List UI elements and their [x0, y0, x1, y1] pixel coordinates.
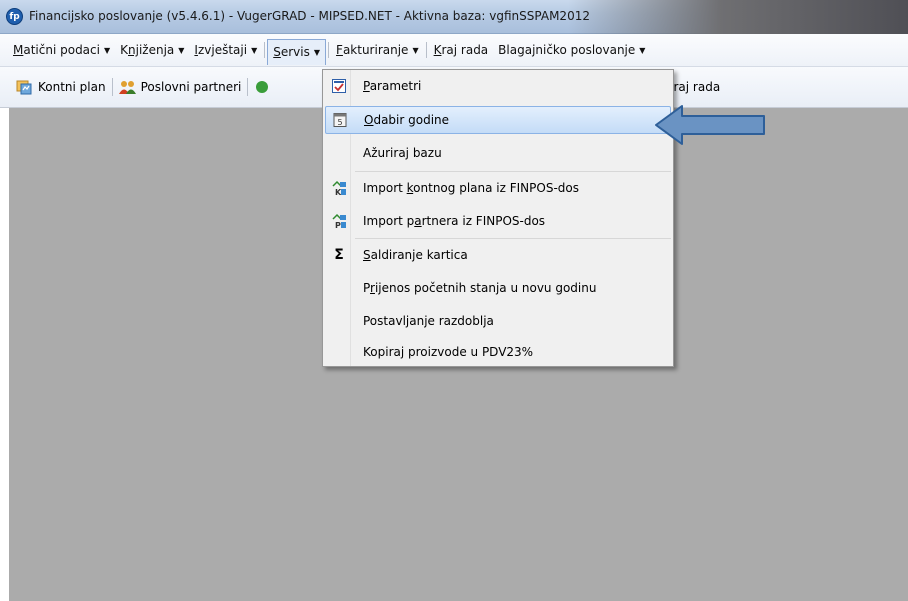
- year-calendar-icon: 5: [332, 112, 348, 128]
- svg-text:5: 5: [337, 118, 342, 127]
- menu-item-azuriraj-bazu[interactable]: Ažuriraj bazu: [325, 139, 671, 167]
- app-window: fp Financijsko poslovanje (v5.4.6.1) - V…: [0, 0, 908, 601]
- menu-maticni-podaci[interactable]: Matični podaci ▼: [8, 39, 115, 62]
- menu-label-accel: F: [336, 43, 343, 57]
- svg-text:P: P: [335, 221, 341, 229]
- menu-label-post: ervis: [280, 45, 310, 59]
- toolbar-label: Kontni plan: [38, 80, 106, 94]
- toolbar-kontni-plan-button[interactable]: Kontni plan: [10, 75, 112, 99]
- menu-separator: [328, 42, 330, 58]
- menu-item-label: Prijenos početnih stanja u novu godinu: [363, 281, 597, 295]
- title-bar-dark-gradient: [568, 0, 908, 34]
- chevron-down-icon: ▼: [313, 47, 321, 57]
- menu-bar: Matični podaci ▼ Knj iženja ▼ Izvještaji …: [0, 34, 908, 67]
- menu-separator: [355, 171, 671, 172]
- toolbar-hidden-button[interactable]: [248, 75, 282, 99]
- toolbar-poslovni-partneri-button[interactable]: Poslovni partneri: [113, 75, 248, 99]
- menu-servis[interactable]: Servis ▼: [267, 38, 327, 65]
- menu-knjizenja[interactable]: Knj iženja ▼: [115, 39, 189, 62]
- import-k-icon: K: [331, 180, 347, 197]
- menu-label-accel: M: [13, 43, 24, 57]
- menu-separator: [425, 42, 427, 58]
- menu-blagajnicko-poslovanje[interactable]: Blagajničko poslovanje ▼: [493, 39, 650, 62]
- menu-label-post: iženja: [138, 43, 175, 57]
- menu-label-accel: nj: [128, 43, 139, 57]
- svg-text:K: K: [335, 188, 342, 196]
- menu-label-pre: Blagajničko poslovanje: [498, 43, 636, 57]
- menu-kraj-rada[interactable]: Kraj rada: [429, 39, 494, 62]
- menu-fakturiranje[interactable]: Fakturiranje ▼: [331, 39, 424, 62]
- menu-izvjestaji[interactable]: Izvještaji ▼: [189, 39, 262, 62]
- menu-item-label: Saldiranje kartica: [363, 248, 468, 262]
- menu-label-accel: S: [273, 45, 281, 59]
- title-bar[interactable]: fp Financijsko poslovanje (v5.4.6.1) - V…: [0, 0, 908, 34]
- chevron-down-icon: ▼: [178, 45, 185, 55]
- menu-item-kopiraj-proizvode[interactable]: Kopiraj proizvode u PDV23%: [325, 338, 671, 366]
- chart-of-accounts-icon: [16, 79, 32, 95]
- app-logo-icon[interactable]: fp: [6, 8, 23, 25]
- chevron-down-icon: ▼: [251, 45, 258, 55]
- window-title: Financijsko poslovanje (v5.4.6.1) - Vuge…: [29, 9, 590, 23]
- menu-separator: [355, 238, 671, 239]
- menu-item-postavljanje-razdoblja[interactable]: Postavljanje razdoblja: [325, 307, 671, 335]
- menu-item-odabir-godine[interactable]: 5 Odabir godine: [325, 106, 671, 134]
- menu-label-accel: K: [433, 43, 442, 57]
- chevron-down-icon: ▼: [639, 45, 646, 55]
- import-p-icon: P: [331, 213, 347, 230]
- business-partners-icon: [118, 79, 136, 95]
- toolbar-label: Poslovni partneri: [140, 80, 242, 94]
- chevron-down-icon: ▼: [412, 45, 419, 55]
- menu-item-prijenos-pocetnih-stanja[interactable]: Prijenos početnih stanja u novu godinu: [325, 274, 671, 302]
- menu-item-parametri[interactable]: Parametri: [325, 72, 671, 100]
- menu-label-pre: K: [120, 43, 128, 57]
- sigma-icon: Σ: [334, 247, 344, 263]
- menu-item-import-kontnog-plana[interactable]: K Import kontnog plana iz FINPOS-dos: [325, 174, 671, 202]
- menu-item-label: Import kontnog plana iz FINPOS-dos: [363, 181, 579, 195]
- menu-item-label: Import partnera iz FINPOS-dos: [363, 214, 546, 228]
- menu-label-post: zvještaji: [197, 43, 248, 57]
- parameters-icon: [331, 78, 347, 94]
- annotation-arrow-icon: [655, 105, 765, 145]
- menu-label-post: atični podaci: [23, 43, 100, 57]
- menu-item-label: Ažuriraj bazu: [363, 146, 442, 160]
- chevron-down-icon: ▼: [103, 45, 111, 55]
- menu-item-label: Kopiraj proizvode u PDV23%: [363, 345, 534, 359]
- servis-dropdown-menu: Parametri 5 Odabir godine Ažuriraj bazu: [322, 69, 674, 367]
- menu-label-post: raj rada: [441, 43, 489, 57]
- menu-label-post: akturiranje: [342, 43, 409, 57]
- menu-separator: [264, 42, 266, 58]
- menu-item-label: Postavljanje razdoblja: [363, 314, 494, 328]
- menu-item-label: Odabir godine: [364, 113, 450, 127]
- menu-item-saldiranje-kartica[interactable]: Σ Saldiranje kartica: [325, 241, 671, 269]
- menu-item-label: Parametri: [363, 79, 422, 93]
- menu-item-import-partnera[interactable]: P Import partnera iz FINPOS-dos: [325, 207, 671, 235]
- green-icon: [254, 79, 270, 95]
